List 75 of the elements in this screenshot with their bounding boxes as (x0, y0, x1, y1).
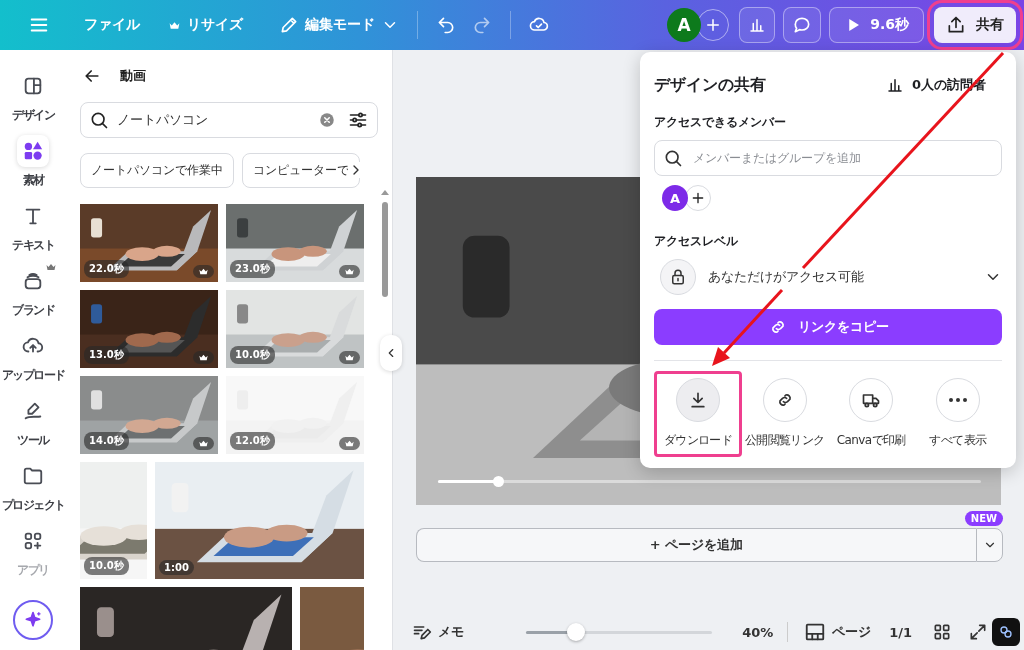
insights-button[interactable] (739, 7, 776, 43)
share-option[interactable]: 公開閲覧リンク (742, 373, 827, 455)
pencil-icon (279, 15, 299, 35)
crown-icon (344, 352, 355, 363)
zoom-reading: 40% (742, 624, 774, 640)
copy-link-button[interactable]: リンクをコピー (654, 309, 1002, 345)
duration-label: 1:00 (159, 560, 194, 575)
chart-icon (748, 16, 767, 34)
page-count: 1/1 (889, 624, 912, 640)
duration-label: 10.0秒 (230, 346, 275, 364)
sidebar-item[interactable]: ブランド (0, 265, 66, 330)
notes-button[interactable]: メモ (408, 618, 468, 646)
share-option[interactable]: ダウンロード (656, 373, 740, 455)
sparkle-icon (23, 610, 43, 630)
panel-title: 動画 (120, 67, 146, 85)
access-level-dropdown[interactable]: あなただけがアクセス可能 (654, 259, 1002, 295)
share-option[interactable]: Canvaで印刷 (829, 373, 914, 455)
play-button[interactable]: 9.6秒 (829, 7, 924, 43)
chain-icon (998, 623, 1014, 641)
folder-icon (22, 465, 44, 487)
pen-icon (22, 400, 44, 422)
filter-icon (348, 110, 368, 130)
bar-chart-icon (885, 76, 904, 94)
sidebar-item[interactable]: プロジェクト (0, 460, 66, 525)
member-search-field[interactable]: メンバーまたはグループを追加 (654, 140, 1002, 176)
crown-icon (198, 266, 209, 277)
clear-icon (318, 111, 336, 129)
panel-title: デザインの共有 (654, 74, 766, 96)
user-avatar[interactable]: A (667, 8, 702, 42)
sidebar-item[interactable]: 素材 (0, 135, 66, 200)
crown-icon (198, 438, 209, 449)
search-icon (663, 148, 683, 168)
sidebar-item[interactable]: ツール (0, 395, 66, 460)
grid-icon (932, 622, 952, 642)
sidebar-item[interactable]: アップロード (0, 330, 66, 395)
search-field[interactable]: ノートパソコン (80, 102, 378, 138)
add-member-button[interactable] (685, 185, 711, 211)
search-icon (89, 110, 109, 130)
section-label: アクセスレベル (654, 233, 739, 250)
layout-icon (22, 75, 44, 97)
more-icon (948, 398, 967, 402)
duration-label: 10.0秒 (84, 557, 129, 575)
magic-button[interactable] (13, 600, 53, 640)
member-avatar: A (662, 185, 688, 211)
duration-label: 14.0秒 (84, 432, 129, 450)
crown-icon (344, 266, 355, 277)
duration-label: 13.0秒 (84, 346, 129, 364)
plus-icon (690, 190, 706, 206)
sidebar-item[interactable]: テキスト (0, 200, 66, 265)
page-layout-icon (804, 621, 827, 643)
add-page-button[interactable]: + ページを追加 (416, 528, 976, 562)
section-label: アクセスできるメンバー (654, 114, 787, 131)
duration-label: 22.0秒 (84, 260, 129, 278)
suggestion-chip[interactable]: コンピューターで (242, 153, 360, 188)
download-icon (688, 390, 708, 410)
share-option[interactable]: すべて表示 (915, 373, 1000, 455)
crown-icon (344, 438, 355, 449)
zoom-slider[interactable] (526, 623, 713, 641)
duration-label: 23.0秒 (230, 260, 275, 278)
undo-icon (436, 15, 456, 35)
share-icon (946, 15, 966, 35)
suggestion-chip[interactable]: ノートパソコンで作業中 (80, 153, 234, 188)
apps-icon (22, 530, 44, 552)
expand-icon (968, 622, 988, 642)
comment-button[interactable] (783, 7, 822, 43)
lock-icon (669, 268, 687, 286)
duration-label: 12.0秒 (230, 432, 275, 450)
sidebar-item[interactable]: デザイン (0, 70, 66, 135)
redo-icon (472, 15, 492, 35)
crown-icon (198, 352, 209, 363)
pages-button[interactable]: ページ (800, 617, 876, 647)
new-badge: NEW (964, 511, 1003, 526)
link-button[interactable] (992, 618, 1020, 646)
shapes-icon (22, 140, 44, 162)
badge-icon (22, 270, 44, 292)
